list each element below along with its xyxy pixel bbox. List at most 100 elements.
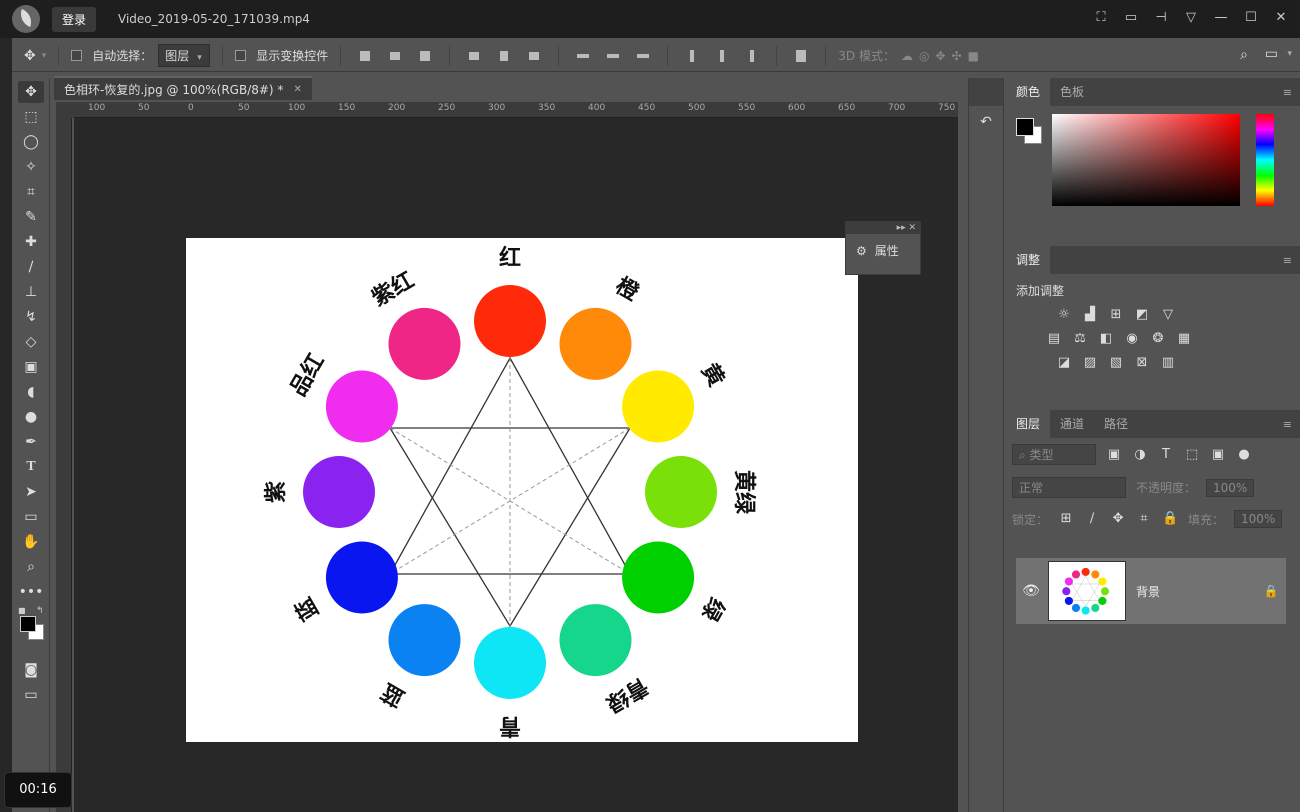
tab-swatches[interactable]: 色板	[1050, 78, 1094, 106]
lock-transparent-icon[interactable]: ⊞	[1058, 511, 1074, 527]
crop-tool-icon[interactable]: ⌗	[18, 181, 44, 203]
vibrance-icon[interactable]: ▽	[1160, 307, 1176, 323]
pin-icon[interactable]: ⊣	[1152, 8, 1170, 28]
hand-tool-icon[interactable]: ✋	[18, 531, 44, 553]
rectangle-tool-icon[interactable]: ▭	[18, 506, 44, 528]
default-colors-icon[interactable]: ■	[18, 606, 26, 615]
show-transform-checkbox[interactable]	[235, 50, 247, 61]
workspace-chevron-icon[interactable]: ▾	[1287, 49, 1292, 59]
foreground-color-chip[interactable]	[1016, 118, 1034, 136]
curves-icon[interactable]: ⊞	[1108, 307, 1124, 323]
3d-scale-icon[interactable]: ■	[968, 49, 979, 63]
layer-filter-type[interactable]: ⌕ 类型	[1012, 444, 1096, 465]
stamp-tool-icon[interactable]: ⊥	[18, 281, 44, 303]
color-spectrum[interactable]	[1052, 114, 1240, 206]
screen-mode-icon[interactable]: ▭	[18, 684, 44, 706]
hue-saturation-icon[interactable]: ▤	[1046, 331, 1062, 347]
distribute-right-icon[interactable]	[745, 49, 759, 63]
tab-paths[interactable]: 路径	[1094, 410, 1138, 438]
quick-mask-icon[interactable]: ◙	[18, 659, 44, 681]
levels-icon[interactable]: ▟	[1082, 307, 1098, 323]
lock-position-icon[interactable]: ✥	[1110, 511, 1126, 527]
filter-smart-icon[interactable]: ▣	[1210, 447, 1226, 463]
brush-tool-icon[interactable]: ∕	[18, 256, 44, 278]
color-balance-icon[interactable]: ⚖	[1072, 331, 1088, 347]
invert-icon[interactable]: ◪	[1056, 355, 1072, 371]
align-vcenter-icon[interactable]	[388, 49, 402, 63]
lock-pixels-icon[interactable]: ∕	[1084, 511, 1100, 527]
foreground-color-swatch[interactable]	[20, 616, 36, 632]
path-select-icon[interactable]: ➤	[18, 481, 44, 503]
screenshot-icon[interactable]: ⛶	[1092, 8, 1110, 28]
gradient-map-icon[interactable]: ▥	[1160, 355, 1176, 371]
photo-filter-icon[interactable]: ◉	[1124, 331, 1140, 347]
eraser-tool-icon[interactable]: ◇	[18, 331, 44, 353]
filter-adjust-icon[interactable]: ◑	[1132, 447, 1148, 463]
selective-color-icon[interactable]: ⊠	[1134, 355, 1150, 371]
move-tool-icon[interactable]: ✥	[24, 48, 36, 64]
fill-input[interactable]: 100%	[1234, 510, 1283, 528]
align-right-icon[interactable]	[527, 49, 541, 63]
horizontal-ruler[interactable]: 100 50 0 50 100 150 200 250 300 350 400 450 500 550 60…	[74, 102, 958, 118]
filter-type-icon[interactable]: T	[1158, 447, 1174, 463]
blend-mode-select[interactable]: 正常	[1012, 477, 1126, 498]
distribute-vcenter-icon[interactable]	[606, 49, 620, 63]
lock-artboard-icon[interactable]: ⌗	[1136, 511, 1152, 527]
brightness-icon[interactable]: ☼	[1056, 307, 1072, 323]
3d-rotate-icon[interactable]: ☁	[901, 49, 913, 63]
tab-channels[interactable]: 通道	[1050, 410, 1094, 438]
blur-tool-icon[interactable]: ◖	[18, 381, 44, 403]
magic-wand-icon[interactable]: ✧	[18, 156, 44, 178]
lock-all-icon[interactable]: 🔒	[1162, 511, 1178, 527]
threshold-icon[interactable]: ▧	[1108, 355, 1124, 371]
3d-pan-icon[interactable]: ✥	[935, 49, 945, 63]
healing-brush-icon[interactable]: ✚	[18, 231, 44, 253]
properties-panel[interactable]: ▸▸ ✕ ⚙ 属性	[845, 221, 921, 275]
close-icon[interactable]: ✕	[1272, 8, 1290, 28]
align-top-icon[interactable]	[358, 49, 372, 63]
search-icon[interactable]: ⌕	[1240, 47, 1248, 63]
tab-adjustments[interactable]: 调整	[1006, 246, 1051, 274]
menu-down-icon[interactable]: ▽	[1182, 8, 1200, 28]
panel-menu-icon[interactable]: ≡	[1283, 86, 1292, 99]
filter-shape-icon[interactable]: ⬚	[1184, 447, 1200, 463]
dodge-tool-icon[interactable]: ●	[18, 406, 44, 428]
layer-row[interactable]: 👁 背景 🔒	[1016, 558, 1286, 624]
distribute-hcenter-icon[interactable]	[715, 49, 729, 63]
chevron-down-icon[interactable]: ▾	[42, 51, 47, 61]
folder-icon[interactable]: ▭	[1122, 8, 1140, 28]
panel-menu-icon[interactable]: ≡	[1283, 254, 1292, 267]
workspace-icon[interactable]: ▭	[1265, 46, 1278, 62]
align-hcenter-icon[interactable]	[497, 49, 511, 63]
eyedropper-icon[interactable]: ✎	[18, 206, 44, 228]
distribute-bottom-icon[interactable]	[636, 49, 650, 63]
canvas-area[interactable]: 红橙黄黄绿绿青绿青蓝蓝紫品红 紫红 ▸▸ ✕ ⚙ 属性	[74, 118, 958, 812]
channel-mixer-icon[interactable]: ❂	[1150, 331, 1166, 347]
3d-slide-icon[interactable]: ✣	[952, 49, 962, 63]
login-button[interactable]: 登录	[52, 6, 97, 32]
align-bottom-icon[interactable]	[418, 49, 432, 63]
zoom-tool-icon[interactable]: ⌕	[18, 556, 44, 578]
vertical-ruler[interactable]	[56, 118, 72, 812]
eye-icon[interactable]: 👁	[1016, 583, 1046, 599]
pen-tool-icon[interactable]: ✒	[18, 431, 44, 453]
tab-layers[interactable]: 图层	[1006, 410, 1051, 438]
minimize-icon[interactable]: —	[1212, 8, 1230, 28]
history-brush-icon[interactable]: ↯	[18, 306, 44, 328]
tab-color[interactable]: 颜色	[1006, 78, 1051, 106]
hue-slider[interactable]	[1256, 114, 1274, 206]
document-tab[interactable]: 色相环-恢复的.jpg @ 100%(RGB/8#) * ✕	[54, 76, 312, 100]
3d-roll-icon[interactable]: ◎	[919, 49, 929, 63]
filter-toggle-icon[interactable]: ●	[1236, 447, 1252, 463]
posterize-icon[interactable]: ▨	[1082, 355, 1098, 371]
align-left-icon[interactable]	[467, 49, 481, 63]
auto-align-icon[interactable]	[794, 49, 808, 63]
more-tools-icon[interactable]: •••	[18, 581, 44, 603]
panel-menu-icon[interactable]: ≡	[1283, 418, 1292, 431]
marquee-tool-icon[interactable]: ⬚	[18, 106, 44, 128]
distribute-top-icon[interactable]	[576, 49, 590, 63]
filter-pixel-icon[interactable]: ▣	[1106, 447, 1122, 463]
black-white-icon[interactable]: ◧	[1098, 331, 1114, 347]
close-tab-icon[interactable]: ✕	[293, 84, 301, 95]
move-tool-icon[interactable]: ✥	[18, 81, 44, 103]
